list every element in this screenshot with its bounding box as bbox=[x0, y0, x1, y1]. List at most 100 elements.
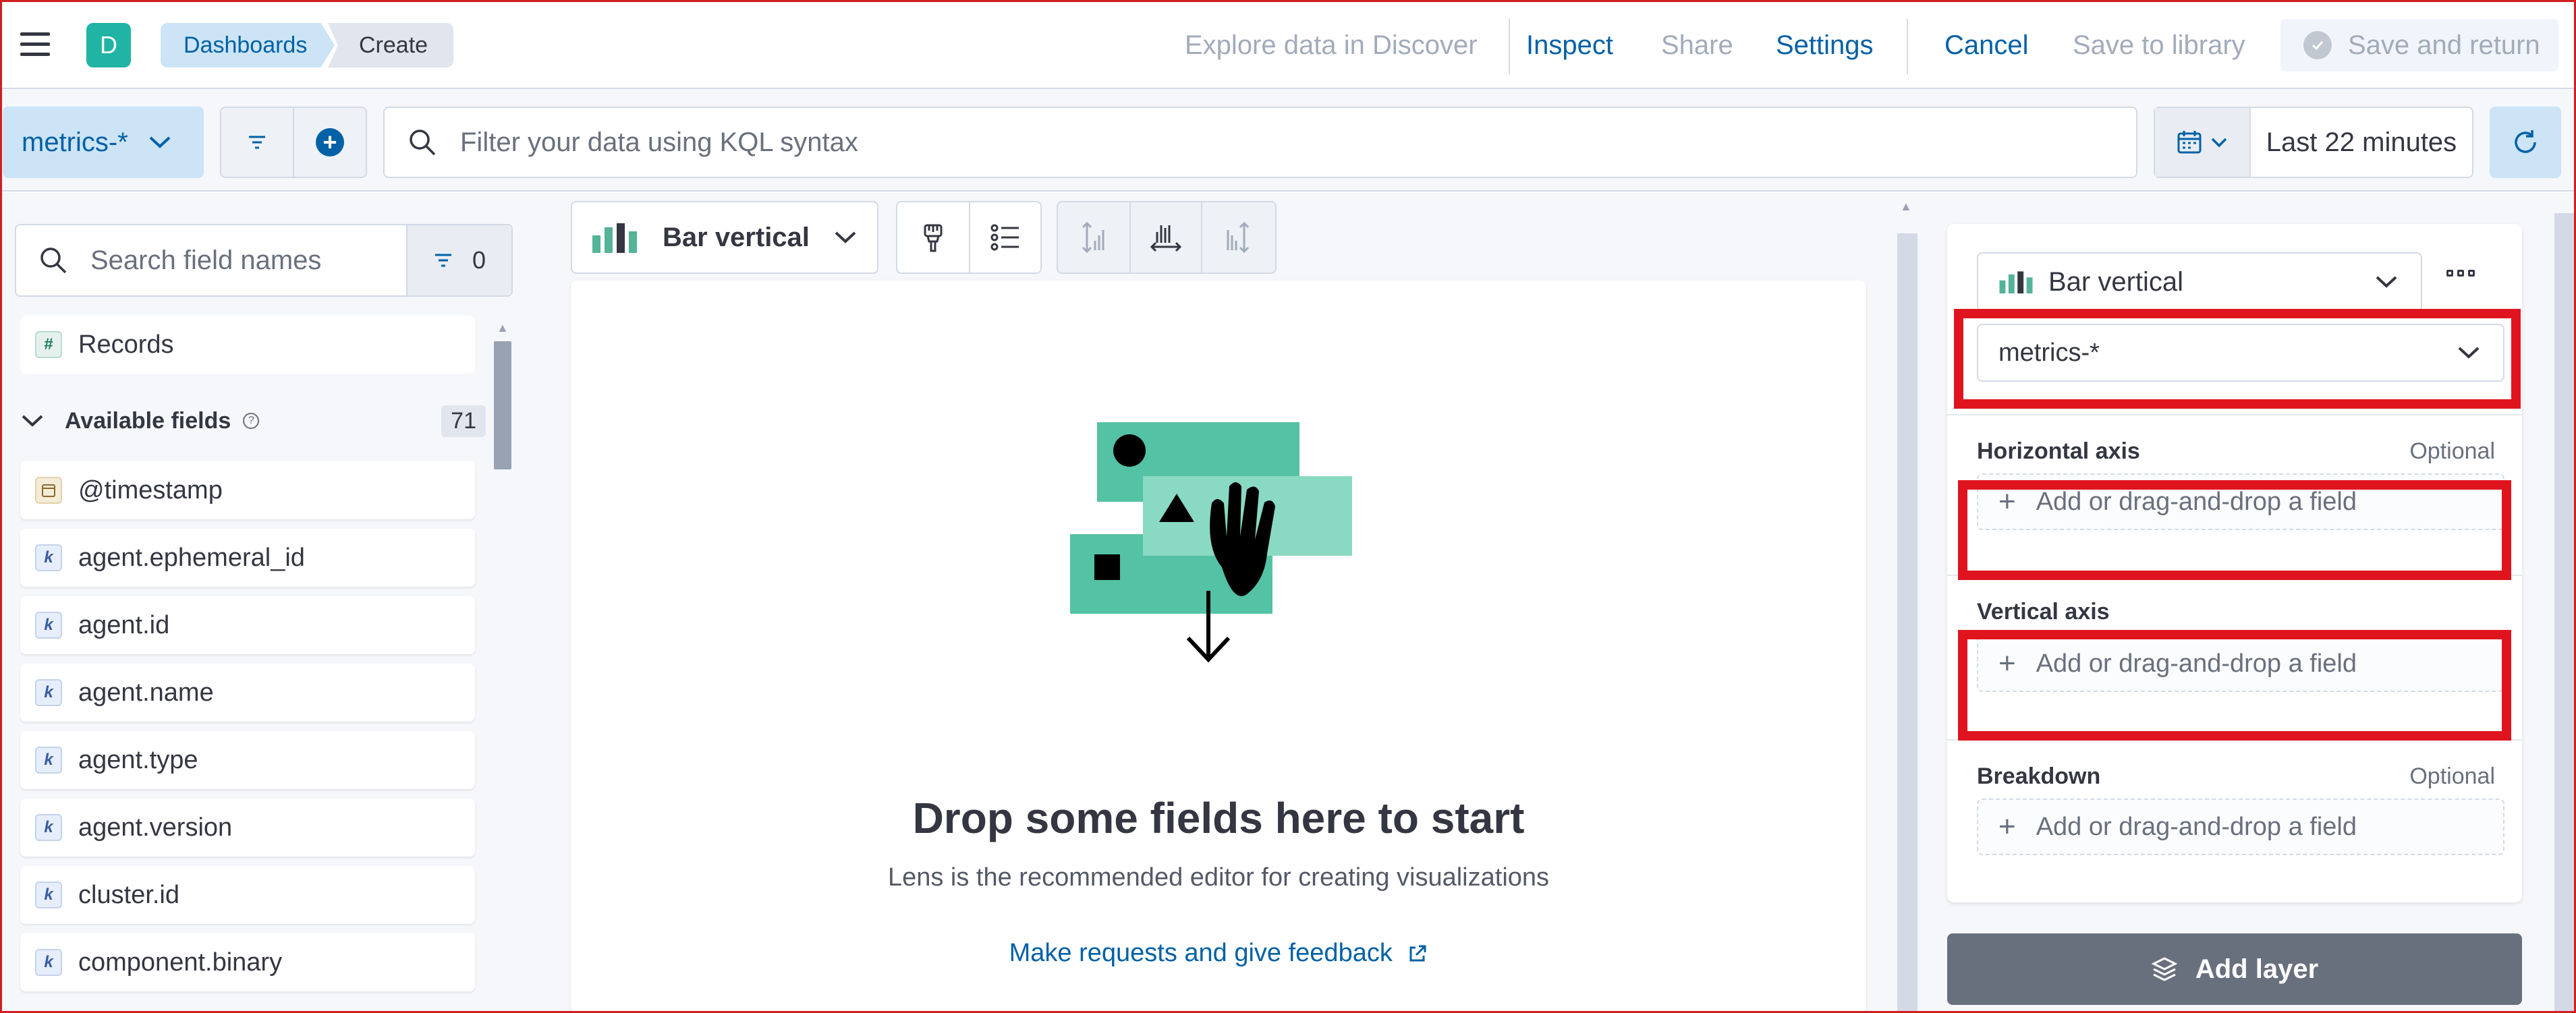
breakdown-dropzone[interactable]: + Add or drag-and-drop a field bbox=[1977, 799, 2504, 855]
divider bbox=[1509, 19, 1510, 74]
field-list-scrollbar[interactable]: ▲ bbox=[493, 321, 513, 1013]
info-icon: ? bbox=[243, 413, 260, 429]
chart-type-switcher[interactable]: Bar vertical bbox=[571, 201, 878, 274]
space-avatar[interactable]: D bbox=[86, 23, 131, 67]
bar-chart-icon bbox=[1999, 271, 2033, 294]
drag-drop-illustration bbox=[1070, 422, 1352, 663]
add-layer-button[interactable]: Add layer bbox=[1947, 933, 2522, 1005]
inspect-button[interactable]: Inspect bbox=[1526, 23, 1613, 67]
layer-card: Bar vertical metrics-* Horizontal axis O… bbox=[1947, 224, 2522, 902]
vertical-axis-dropzone[interactable]: + Add or drag-and-drop a field bbox=[1977, 635, 2504, 692]
date-type-icon bbox=[35, 477, 62, 504]
scrollbar-thumb[interactable] bbox=[494, 341, 511, 469]
appearance-tools bbox=[896, 201, 1042, 274]
query-bar: metrics-* + Filter your data using KQL s… bbox=[0, 89, 2576, 192]
field-item[interactable]: k agent.name bbox=[20, 664, 475, 722]
calendar-icon bbox=[2177, 131, 2202, 154]
time-range-display[interactable]: Last 22 minutes bbox=[2251, 108, 2472, 177]
check-icon bbox=[2303, 31, 2332, 59]
quick-date-menu-button[interactable] bbox=[2155, 108, 2251, 177]
keyword-type-icon: k bbox=[35, 544, 62, 571]
plus-icon: + bbox=[316, 128, 344, 156]
save-to-library-button[interactable]: Save to library bbox=[2073, 23, 2245, 67]
filter-menu-button[interactable] bbox=[221, 108, 293, 177]
style-button[interactable] bbox=[897, 202, 969, 272]
plus-icon: + bbox=[1998, 485, 2016, 518]
data-view-picker[interactable]: metrics-* bbox=[3, 107, 204, 178]
chevron-down-icon bbox=[835, 231, 856, 243]
empty-workspace-dropzone[interactable]: Drop some fields here to start Lens is t… bbox=[571, 281, 1866, 1013]
keyword-type-icon: k bbox=[35, 747, 62, 774]
layer-actions-icon[interactable] bbox=[2446, 270, 2475, 277]
filter-controls: + bbox=[220, 107, 367, 178]
layers-icon bbox=[2151, 957, 2178, 981]
layer-chart-type-select[interactable]: Bar vertical bbox=[1977, 252, 2422, 312]
config-scrollbar[interactable] bbox=[2554, 213, 2575, 1013]
settings-button[interactable]: Settings bbox=[1776, 23, 1874, 67]
field-item[interactable]: k agent.id bbox=[20, 596, 475, 654]
divider bbox=[1947, 575, 2522, 576]
left-axis-button[interactable] bbox=[1058, 202, 1129, 272]
right-axis-button[interactable] bbox=[1201, 202, 1272, 272]
data-view-label: metrics-* bbox=[22, 127, 128, 157]
left-axis-icon bbox=[1082, 221, 1104, 254]
date-picker: Last 22 minutes bbox=[2154, 107, 2473, 178]
explore-discover-link[interactable]: Explore data in Discover bbox=[1185, 23, 1478, 67]
plus-icon: + bbox=[1998, 647, 2016, 680]
workspace-panel: Bar vertical Drop some fields here to st… bbox=[540, 193, 1923, 1013]
save-and-return-button[interactable]: Save and return bbox=[2280, 19, 2558, 71]
records-field[interactable]: # Records bbox=[20, 316, 475, 374]
right-axis-icon bbox=[1227, 221, 1250, 254]
field-name: agent.version bbox=[78, 813, 233, 842]
field-name: component.binary bbox=[78, 948, 283, 977]
workspace-scrollbar[interactable] bbox=[1897, 233, 1917, 1013]
layer-data-view-select[interactable]: metrics-* bbox=[1977, 324, 2504, 382]
field-name: agent.ephemeral_id bbox=[78, 543, 305, 572]
divider bbox=[1947, 739, 2522, 741]
chevron-down-icon bbox=[22, 415, 43, 427]
field-list-panel: Search field names 0 # Records Available… bbox=[0, 193, 540, 1013]
field-type-filter-button[interactable]: 0 bbox=[406, 225, 511, 295]
menu-icon[interactable] bbox=[20, 32, 50, 57]
field-name: @timestamp bbox=[78, 475, 223, 504]
field-item[interactable]: k agent.ephemeral_id bbox=[20, 529, 475, 587]
dropzone-placeholder: Add or drag-and-drop a field bbox=[2036, 649, 2357, 678]
keyword-type-icon: k bbox=[35, 814, 62, 841]
top-header: D Dashboards Create Explore data in Disc… bbox=[0, 0, 2576, 89]
plus-icon: + bbox=[1998, 810, 2016, 843]
horizontal-axis-optional: Optional bbox=[2409, 438, 2495, 464]
layer-chart-type-label: Bar vertical bbox=[2048, 266, 2184, 297]
cancel-button[interactable]: Cancel bbox=[1944, 23, 2029, 67]
empty-state-title: Drop some fields here to start bbox=[912, 794, 1525, 842]
dropzone-placeholder: Add or drag-and-drop a field bbox=[2036, 812, 2357, 841]
chevron-down-icon bbox=[2376, 276, 2397, 288]
field-item[interactable]: k component.binary bbox=[20, 933, 475, 991]
field-item[interactable]: @timestamp bbox=[20, 461, 475, 519]
scroll-up-icon: ▲ bbox=[1900, 200, 1912, 213]
add-filter-button[interactable]: + bbox=[293, 108, 366, 177]
brush-icon bbox=[924, 224, 943, 252]
field-search: Search field names 0 bbox=[15, 224, 513, 297]
divider bbox=[1907, 19, 1908, 74]
kql-placeholder: Filter your data using KQL syntax bbox=[460, 127, 858, 157]
refresh-button[interactable] bbox=[2490, 107, 2561, 178]
field-name: cluster.id bbox=[78, 880, 179, 909]
chart-type-label: Bar vertical bbox=[663, 222, 810, 252]
feedback-link[interactable]: Make requests and give feedback bbox=[571, 939, 1866, 968]
layer-data-view-label: metrics-* bbox=[1998, 338, 2100, 367]
field-item[interactable]: k agent.type bbox=[20, 731, 475, 789]
field-search-input[interactable]: Search field names bbox=[90, 245, 406, 276]
legend-icon bbox=[990, 224, 1019, 251]
horizontal-axis-dropzone[interactable]: + Add or drag-and-drop a field bbox=[1977, 473, 2504, 530]
available-fields-toggle[interactable]: Available fields ? 71 bbox=[20, 399, 486, 442]
legend-button[interactable] bbox=[969, 202, 1040, 272]
chevron-down-icon bbox=[2458, 347, 2480, 359]
keyword-type-icon: k bbox=[35, 679, 62, 706]
field-item[interactable]: k agent.version bbox=[20, 799, 475, 857]
kql-search-input[interactable]: Filter your data using KQL syntax bbox=[383, 107, 2137, 178]
bottom-axis-button[interactable] bbox=[1129, 202, 1201, 272]
breadcrumb-dashboards[interactable]: Dashboards bbox=[161, 23, 335, 67]
axis-tools bbox=[1057, 201, 1277, 274]
share-button[interactable]: Share bbox=[1661, 23, 1733, 67]
field-item[interactable]: k cluster.id bbox=[20, 866, 475, 924]
